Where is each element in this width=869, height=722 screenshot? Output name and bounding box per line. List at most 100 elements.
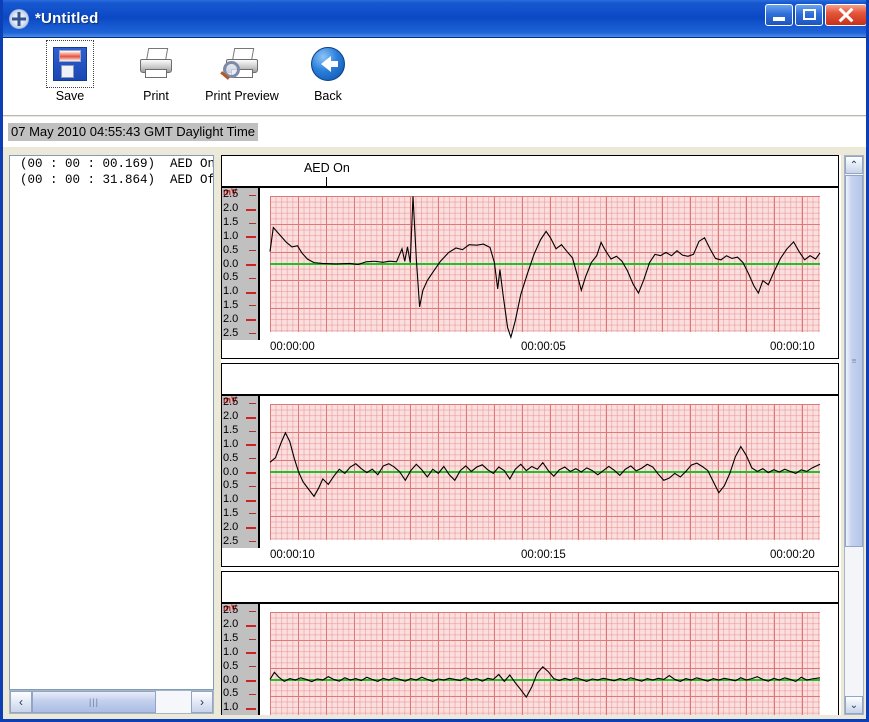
window-controls: [765, 4, 866, 26]
axis-tick-label: 1.5: [223, 298, 239, 311]
axis-tick-mark: [249, 541, 256, 543]
recording-datetime: 07 May 2010 04:55:43 GMT Daylight Time: [8, 123, 258, 141]
maximize-button[interactable]: [795, 4, 823, 26]
axis-tick-label: 1.0: [223, 437, 239, 450]
axis-tick-mark: [249, 638, 256, 640]
annotation-label: AED On: [303, 161, 350, 175]
axis-tick-mark: [246, 499, 256, 502]
ecg-plot[interactable]: [262, 604, 838, 715]
ecg-waveform: [269, 196, 821, 340]
axis-tick-mark: [249, 222, 256, 224]
ecg-plot[interactable]: [262, 396, 838, 548]
axis-tick-label: 0.5: [223, 451, 239, 464]
ecg-strip-container[interactable]: AED On mV 2.5 2.0 1.5 1.0 0.5 0.0 0.5 1.0 1.5 2.0 2.…: [221, 155, 841, 715]
time-axis: 00:00:10 00:00:15 00:00:20: [222, 548, 838, 566]
axis-tick-label: 2.0: [223, 520, 239, 533]
axis-tick-label: 0.0: [223, 465, 239, 478]
axis-tick-mark: [246, 680, 256, 682]
time-tick-label: 00:00:05: [521, 341, 566, 353]
strip-body: mV2.52.01.51.00.50.00.51.01.52.02.5: [222, 604, 838, 715]
axis-tick-label: 2.0: [223, 410, 239, 423]
scroll-right-button[interactable]: ›: [191, 691, 213, 713]
axis-tick-mark: [249, 610, 256, 612]
axis-tick-mark: [246, 624, 256, 627]
axis-tick-label: 1.5: [223, 216, 239, 229]
ecg-waveform: [269, 665, 821, 699]
ecg-vertical-scrollbar[interactable]: ⌃ ≡ ⌄: [844, 155, 864, 715]
back-button[interactable]: Back: [285, 42, 371, 114]
axis-tick-mark: [246, 208, 256, 211]
scrollbar-thumb[interactable]: |||: [32, 691, 157, 713]
minimize-button[interactable]: [765, 4, 793, 26]
axis-tick-label: 2.5: [223, 534, 239, 547]
strip-annotation-band: [222, 364, 838, 396]
axis-tick-mark: [249, 666, 256, 668]
time-axis: 00:00:00 00:00:05 00:00:10: [222, 340, 838, 358]
scroll-down-button[interactable]: ⌄: [845, 696, 863, 714]
printer-magnifier-icon: [220, 42, 264, 86]
back-arrow-icon: [306, 42, 350, 86]
time-tick-label: 00:00:10: [770, 341, 815, 353]
axis-tick-mark: [246, 444, 256, 447]
toolbar: Save Print Print Preview Back: [3, 38, 866, 116]
print-button[interactable]: Print: [113, 42, 199, 114]
axis-tick-mark: [249, 194, 256, 196]
axis-tick-label: 1.5: [223, 424, 239, 437]
event-list-panel[interactable]: (00 : 00 : 00.169) AED On (00 : 00 : 31.8…: [9, 155, 214, 690]
ecg-strip[interactable]: AED On mV 2.5 2.0 1.5 1.0 0.5 0.0 0.5 1.0 1.5 2.0 2.…: [221, 155, 839, 359]
mv-axis: mV2.52.01.51.00.50.00.51.01.52.02.5: [222, 188, 260, 340]
grip-icon: ≡: [851, 356, 857, 366]
axis-tick-mark: [249, 458, 256, 460]
save-label: Save: [55, 89, 85, 103]
time-tick-label: 00:00:20: [770, 549, 815, 561]
title-bar: *Untitled: [3, 0, 866, 38]
scroll-left-button[interactable]: ‹: [10, 691, 32, 713]
axis-tick-label: 0.5: [223, 243, 239, 256]
scroll-up-button[interactable]: ⌃: [845, 156, 863, 174]
axis-tick-label: 1.0: [223, 229, 239, 242]
app-icon: [9, 8, 29, 29]
ecg-plot[interactable]: [262, 188, 838, 340]
axis-tick-label: 0.5: [223, 687, 239, 700]
strip-annotation-band: [222, 572, 838, 604]
axis-tick-mark: [246, 472, 256, 474]
recording-date-bar: 07 May 2010 04:55:43 GMT Daylight Time: [3, 117, 866, 147]
print-label: Print: [143, 89, 169, 103]
close-button[interactable]: [825, 4, 866, 26]
event-list-item[interactable]: (00 : 00 : 00.169) AED On: [10, 156, 213, 172]
axis-tick-mark: [246, 707, 256, 710]
axis-tick-label: 2.5: [223, 396, 239, 409]
axis-tick-label: 0.0: [223, 673, 239, 686]
mv-axis: mV2.52.01.51.00.50.00.51.01.52.02.5: [222, 604, 260, 715]
axis-tick-mark: [249, 277, 256, 279]
maximize-icon: [803, 9, 816, 20]
axis-tick-mark: [246, 527, 256, 530]
scrollbar-track[interactable]: |||: [32, 691, 191, 713]
strip-body: mV2.52.01.51.00.50.00.51.01.52.02.5: [222, 396, 838, 548]
strip-body: mV2.52.01.51.00.50.00.51.01.52.02.5: [222, 188, 838, 340]
print-preview-label: Print Preview: [205, 89, 279, 103]
event-list-item[interactable]: (00 : 00 : 31.864) AED Off: [10, 172, 213, 188]
axis-tick-mark: [246, 416, 256, 419]
axis-tick-mark: [246, 652, 256, 655]
ecg-strip[interactable]: mV2.52.01.51.00.50.00.51.01.52.02.500:00…: [221, 363, 839, 567]
axis-tick-label: 1.5: [223, 506, 239, 519]
axis-tick-mark: [246, 264, 256, 266]
axis-tick-label: 2.0: [223, 618, 239, 631]
axis-tick-label: 2.0: [223, 312, 239, 325]
print-preview-button[interactable]: Print Preview: [199, 42, 285, 114]
event-list-horizontal-scrollbar[interactable]: ‹ ||| ›: [9, 690, 214, 714]
axis-tick-label: 1.0: [223, 645, 239, 658]
ecg-strip[interactable]: mV2.52.01.51.00.50.00.51.01.52.02.500:00…: [221, 571, 839, 715]
axis-tick-label: 2.5: [223, 604, 239, 617]
grip-icon: |||: [89, 697, 100, 707]
axis-tick-label: 0.5: [223, 271, 239, 284]
axis-tick-mark: [249, 693, 256, 695]
save-button[interactable]: Save: [27, 40, 113, 114]
ecg-waveform: [269, 431, 821, 498]
axis-tick-mark: [246, 319, 256, 322]
scrollbar-thumb[interactable]: ≡: [845, 175, 863, 547]
time-tick-label: 00:00:15: [521, 549, 566, 561]
axis-tick-label: 2.5: [223, 188, 239, 201]
axis-tick-label: 0.0: [223, 257, 239, 270]
